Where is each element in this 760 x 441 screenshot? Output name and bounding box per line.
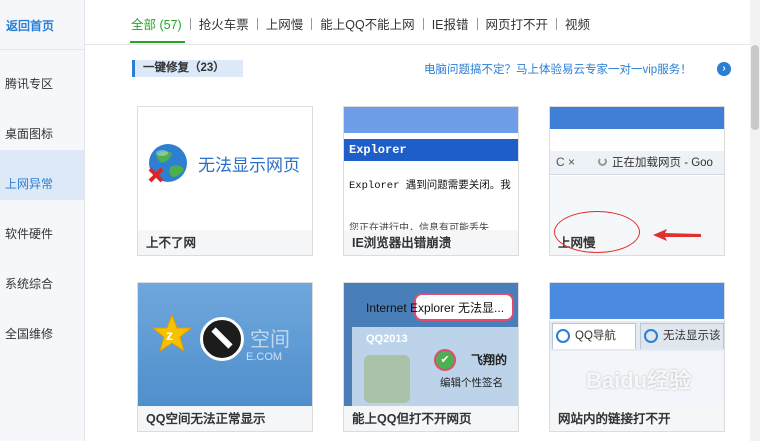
thumbnail-domain: E.COM	[246, 351, 283, 363]
header-divider	[85, 44, 750, 45]
scrollbar[interactable]	[750, 0, 760, 441]
card-label: 上不了网	[138, 230, 312, 255]
card-label: 能上QQ但打不开网页	[344, 406, 518, 431]
globe-error-icon	[148, 144, 187, 183]
fix-card-ie-crash[interactable]: Explorer Explorer 遇到问题需要关闭。我 您正在进行中，信息有可…	[343, 106, 519, 256]
active-tab-indicator	[130, 41, 185, 43]
sidebar: 返回首页 腾讯专区 桌面图标 上网异常 软件硬件 系统综合 全国维修	[0, 0, 85, 441]
tab-separator	[476, 18, 478, 30]
prohibited-icon	[200, 317, 244, 361]
signature-text: 编辑个性签名	[440, 377, 503, 389]
tab-slow-internet[interactable]: 上网慢	[265, 13, 305, 37]
back-home-link[interactable]: 返回首页	[0, 0, 84, 50]
section-title: 一键修复（23）	[132, 60, 243, 77]
window-titlebar	[344, 107, 518, 133]
tab-separator	[422, 18, 424, 30]
fix-card-slow-internet[interactable]: C × 正在加载网页 - Goo 上网慢	[549, 106, 725, 256]
card-thumbnail: 无法显示网页	[138, 107, 312, 230]
avatar	[364, 355, 410, 403]
fix-card-no-internet[interactable]: 无法显示网页 上不了网	[137, 106, 313, 256]
card-thumbnail: Internet Explorer 无法显... QQ2013 ✔ 飞翔的 编辑…	[344, 283, 518, 406]
sidebar-item-software-hardware[interactable]: 软件硬件	[0, 200, 84, 250]
scrollbar-thumb[interactable]	[751, 45, 759, 130]
card-label: QQ空间无法正常显示	[138, 406, 312, 431]
fix-card-links-broken[interactable]: QQ导航 无法显示该 网站内的链接打不开	[549, 282, 725, 432]
qzone-star-icon: z	[152, 313, 192, 353]
annotation-arrow-icon	[653, 229, 701, 241]
refresh-icon: C ×	[556, 155, 576, 169]
browser-titlebar	[550, 107, 724, 129]
sidebar-item-desktop-icons[interactable]: 桌面图标	[0, 100, 84, 150]
tab-train-tickets[interactable]: 抢火车票	[198, 13, 250, 37]
tab-separator	[311, 18, 313, 30]
tab-separator	[256, 18, 258, 30]
nickname-text: 飞翔的	[471, 353, 508, 367]
sidebar-item-network-issues[interactable]: 上网异常	[0, 150, 84, 200]
dialog-message: Explorer 遇到问题需要关闭。我	[349, 180, 511, 192]
sidebar-item-repair[interactable]: 全国维修	[0, 300, 84, 350]
thumbnail-text: 空间	[250, 329, 290, 351]
card-label: 网站内的链接打不开	[550, 406, 724, 431]
svg-text:z: z	[166, 327, 173, 343]
chevron-right-icon[interactable]: ›	[717, 62, 731, 76]
card-thumbnail: Explorer Explorer 遇到问题需要关闭。我 您正在进行中，信息有可…	[344, 107, 518, 230]
loading-spinner-icon	[598, 157, 607, 166]
sidebar-item-system[interactable]: 系统综合	[0, 250, 84, 300]
browser-titlebar	[550, 283, 724, 319]
qq-version-text: QQ2013	[366, 333, 408, 345]
annotation-circle	[554, 211, 640, 253]
dialog-message-secondary: 您正在进行中，信息有可能丢失	[349, 223, 489, 230]
online-status-icon: ✔	[434, 349, 456, 371]
tab-page-not-open[interactable]: 网页打不开	[485, 13, 550, 37]
tab-video[interactable]: 视频	[564, 13, 591, 37]
tab-all[interactable]: 全部 (57)	[130, 13, 183, 37]
baidu-watermark: Baidu经验	[586, 368, 692, 393]
tab-ie-error[interactable]: IE报错	[431, 13, 470, 37]
card-thumbnail: C × 正在加载网页 - Goo	[550, 107, 724, 230]
tab-qq-no-internet[interactable]: 能上QQ不能上网	[319, 13, 415, 37]
fix-card-qzone[interactable]: z 空间 E.COM QQ空间无法正常显示	[137, 282, 313, 432]
fix-card-qq-no-web[interactable]: Internet Explorer 无法显... QQ2013 ✔ 飞翔的 编辑…	[343, 282, 519, 432]
thumbnail-text: 无法显示网页	[198, 156, 300, 175]
tab-loading-text: 正在加载网页 - Goo	[612, 157, 713, 169]
card-label: IE浏览器出错崩溃	[344, 230, 518, 255]
filter-tabs: 全部 (57) 抢火车票 上网慢 能上QQ不能上网 IE报错 网页打不开 视频	[130, 13, 591, 37]
tab-separator	[189, 18, 191, 30]
vip-promo-link[interactable]: 电脑问题搞不定？马上体验易云专家一对一vip服务！	[424, 61, 692, 77]
browser-title-text: Internet Explorer 无法显...	[366, 301, 505, 315]
ie-icon	[644, 329, 658, 343]
tab-separator	[556, 18, 558, 30]
sidebar-item-tencent[interactable]: 腾讯专区	[0, 50, 84, 100]
dialog-title: Explorer	[344, 139, 518, 161]
card-thumbnail: z 空间 E.COM	[138, 283, 312, 406]
ie-icon	[556, 329, 570, 343]
